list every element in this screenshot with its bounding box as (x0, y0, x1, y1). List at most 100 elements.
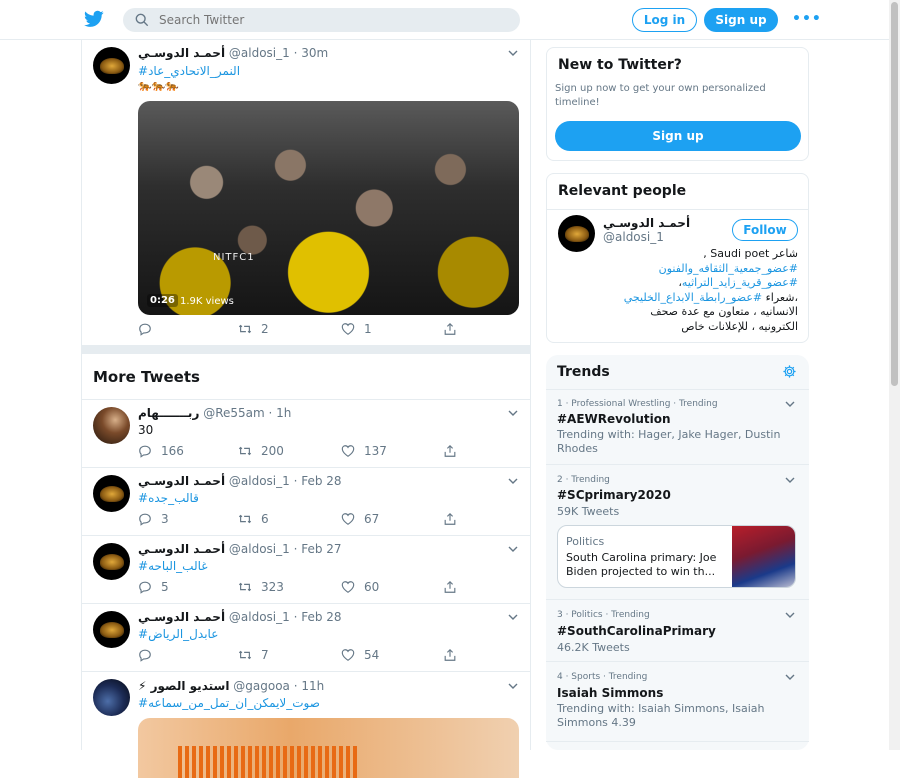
trend-item[interactable]: 2 · Trending #SCprimary2020 59K Tweets P… (546, 464, 809, 599)
like-button[interactable]: 137 (341, 444, 387, 458)
retweet-button[interactable]: 2 (238, 322, 269, 336)
chevron-down-icon[interactable] (785, 612, 795, 618)
tweet-card[interactable]: أحمـد الدوسـي @aldosi_1 · Feb 28 #عابدل_… (82, 604, 530, 672)
tweet-header: ربـــــــهام @Re55am · 1h (138, 406, 291, 420)
handle[interactable]: @aldosi_1 (229, 542, 290, 556)
share-button[interactable] (443, 580, 466, 594)
like-button[interactable]: 60 (341, 580, 379, 594)
tweet-card[interactable]: أحمـد الدوسـي @aldosi_1 · Feb 27 #غالب_ا… (82, 536, 530, 604)
display-name[interactable]: ربـــــــهام (138, 406, 199, 420)
search-box[interactable] (123, 8, 520, 32)
tweet-body: 30 (138, 423, 154, 437)
like-button[interactable]: 1 (341, 322, 372, 336)
chevron-down-icon[interactable] (508, 410, 518, 416)
tweet-list: ربـــــــهام @Re55am · 1h 30 166 200 137 (82, 400, 530, 672)
hashtag-link[interactable]: #غالب_الباحه (138, 559, 208, 573)
display-name[interactable]: أحمـد الدوسـي (138, 542, 225, 556)
display-name[interactable]: ⚡ استديو الصور (138, 679, 229, 693)
retweet-button[interactable]: 200 (238, 444, 284, 458)
like-button[interactable]: 54 (341, 648, 379, 662)
trend-item[interactable]: 4 · Sports · Trending Isaiah Simmons Tre… (546, 661, 809, 741)
timestamp[interactable]: · Feb 28 (294, 610, 342, 624)
display-name[interactable]: أحمـد الدوسـي (138, 474, 225, 488)
display-name[interactable]: أحمـد الدوسـي (603, 216, 690, 230)
trends-card: Trends 1 · Professional Wrestling · Tren… (546, 355, 809, 750)
user-bio: شاعر Saudi poet , #عضو_جمعية_الثقافه_وال… (578, 247, 798, 334)
bio-hashtag[interactable]: #عضو_رابطة_الابداع_الخليجي (624, 291, 762, 304)
hashtag-link[interactable]: #صوت_لايمكن_ان_تمل_من_سماعه (138, 696, 320, 710)
chevron-down-icon[interactable] (785, 401, 795, 407)
tweet-text: #غالب_الباحه (138, 559, 208, 573)
like-button[interactable]: 67 (341, 512, 379, 526)
settings-gear-icon[interactable] (782, 364, 797, 379)
avatar[interactable] (93, 407, 130, 444)
chevron-down-icon[interactable] (508, 683, 518, 689)
avatar[interactable] (93, 679, 130, 716)
tweet-card[interactable]: أحمـد الدوسـي @aldosi_1 · Feb 28 #قالب_ج… (82, 468, 530, 536)
reply-button[interactable] (138, 322, 161, 336)
reply-button[interactable]: 166 (138, 444, 184, 458)
bio-hashtag[interactable]: #عضو_جمعية_الثقافه_والفنون (659, 262, 798, 275)
timestamp[interactable]: · 1h (269, 406, 292, 420)
bio-hashtag[interactable]: #عضو_قرية_زايد_التراثيه (682, 276, 798, 289)
avatar[interactable] (93, 475, 130, 512)
retweet-button[interactable]: 7 (238, 648, 269, 662)
chevron-down-icon[interactable] (508, 546, 518, 552)
handle[interactable]: @aldosi_1 (229, 46, 290, 60)
handle[interactable]: @aldosi_1 (603, 230, 664, 244)
retweet-count: 323 (261, 580, 284, 594)
focused-tweet[interactable]: أحمـد الدوسـي @aldosi_1 · 30m #النمر_الا… (82, 40, 530, 346)
display-name[interactable]: أحمـد الدوسـي (138, 46, 225, 60)
handle[interactable]: @aldosi_1 (229, 474, 290, 488)
timestamp[interactable]: · Feb 27 (294, 542, 342, 556)
handle[interactable]: @aldosi_1 (229, 610, 290, 624)
handle[interactable]: @Re55am (203, 406, 265, 420)
hashtag-link[interactable]: #قالب_جده (138, 491, 199, 505)
sidebar-signup-button[interactable]: Sign up (555, 121, 801, 151)
heart-icon (341, 445, 355, 457)
tweet-header: ⚡ استديو الصور @gagooa · 11h (138, 679, 324, 693)
scrollbar-thumb[interactable] (891, 2, 898, 386)
trend-item[interactable]: 3 · Politics · Trending #SouthCarolinaPr… (546, 599, 809, 661)
avatar[interactable] (93, 47, 130, 84)
media-preview[interactable] (138, 718, 519, 778)
share-button[interactable] (443, 322, 466, 336)
avatar[interactable] (93, 543, 130, 580)
twitter-logo-icon[interactable] (84, 10, 104, 28)
more-menu-icon[interactable]: ••• (792, 12, 822, 26)
chevron-down-icon[interactable] (508, 478, 518, 484)
share-button[interactable] (443, 444, 466, 458)
retweet-button[interactable]: 323 (238, 580, 284, 594)
display-name[interactable]: أحمـد الدوسـي (138, 610, 225, 624)
chevron-down-icon[interactable] (785, 477, 795, 483)
avatar[interactable] (93, 611, 130, 648)
share-button[interactable] (443, 648, 466, 662)
scrollbar[interactable] (889, 0, 900, 750)
reply-button[interactable] (138, 648, 161, 662)
search-input[interactable] (159, 13, 479, 27)
news-card[interactable]: Politics South Carolina primary: Joe Bid… (557, 525, 796, 588)
share-button[interactable] (443, 512, 466, 526)
follow-button[interactable]: Follow (732, 219, 798, 241)
chevron-down-icon[interactable] (508, 614, 518, 620)
reply-button[interactable]: 3 (138, 512, 169, 526)
timestamp[interactable]: · 11h (294, 679, 325, 693)
bio-text: شاعر Saudi poet , (703, 247, 798, 260)
chevron-down-icon[interactable] (785, 674, 795, 680)
timestamp[interactable]: · Feb 28 (294, 474, 342, 488)
login-button[interactable]: Log in (632, 8, 697, 32)
chevron-down-icon[interactable] (508, 50, 518, 56)
retweet-button[interactable]: 6 (238, 512, 269, 526)
hashtag-link[interactable]: #عابدل_الرياض (138, 627, 218, 641)
handle[interactable]: @gagooa (233, 679, 290, 693)
trend-item[interactable]: 1 · Professional Wrestling · Trending #A… (546, 389, 809, 464)
timestamp[interactable]: · 30m (294, 46, 329, 60)
card-title: New to Twitter? (558, 57, 682, 73)
tweet-card[interactable]: ربـــــــهام @Re55am · 1h 30 166 200 137 (82, 400, 530, 468)
hashtag-link[interactable]: #النمر_الاتحادي_عاد (138, 64, 240, 78)
signup-button[interactable]: Sign up (704, 8, 778, 32)
video-player[interactable]: NITFC1 0:26 1.9K views (138, 101, 519, 315)
reply-button[interactable]: 5 (138, 580, 169, 594)
tweet-card[interactable]: ⚡ استديو الصور @gagooa · 11h #صوت_لايمكن… (82, 672, 530, 778)
retweet-count: 2 (261, 322, 269, 336)
